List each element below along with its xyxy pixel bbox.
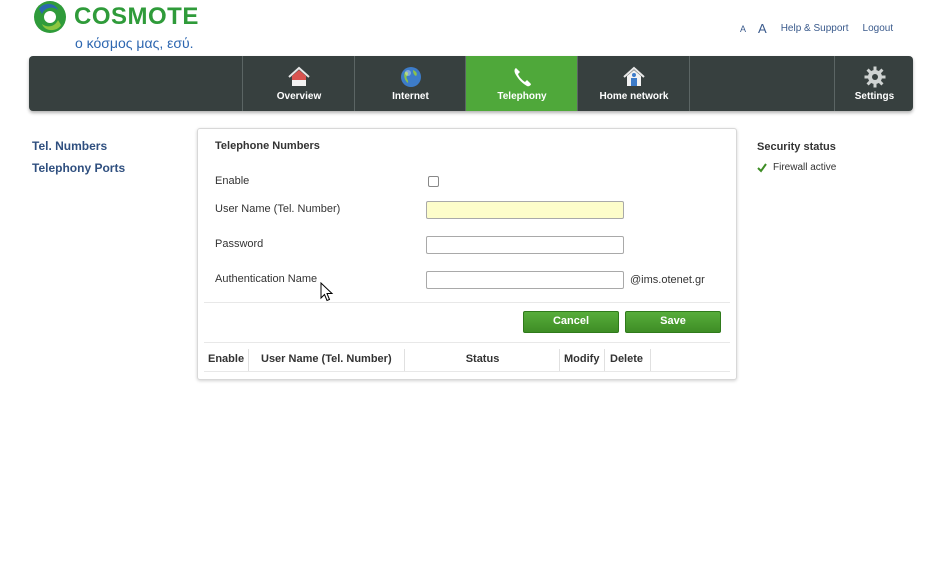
brand-logo[interactable]: COSMOTE ο κόσμος μας, εσύ. [33, 0, 233, 52]
checkmark-icon [757, 162, 767, 173]
divider [204, 342, 730, 343]
cancel-button[interactable]: Cancel [523, 311, 619, 333]
sidebar-item-tel-numbers[interactable]: Tel. Numbers [32, 139, 125, 161]
firewall-status: Firewall active [757, 162, 836, 173]
panel-title: Telephone Numbers [215, 140, 320, 152]
nav-spacer [689, 56, 835, 111]
security-status: Security status Firewall active [757, 141, 836, 173]
password-input[interactable] [426, 236, 624, 254]
enable-checkbox[interactable] [428, 176, 439, 187]
cosmote-logo-icon [34, 1, 66, 33]
nav-label: Home network [599, 91, 669, 102]
table-bottom-line [204, 371, 730, 372]
mouse-cursor-icon [320, 282, 334, 302]
column-header-username: User Name (Tel. Number) [248, 349, 405, 371]
auth-name-label: Authentication Name [215, 273, 318, 285]
main-nav: Overview Internet Telephony Home network [29, 56, 913, 111]
home-network-icon [623, 66, 645, 86]
auth-name-input[interactable] [426, 271, 624, 289]
column-header-modify: Modify [559, 349, 604, 371]
divider [204, 302, 730, 303]
nav-label: Settings [854, 91, 895, 102]
home-icon [288, 66, 310, 86]
auth-domain-suffix: @ims.otenet.gr [630, 274, 705, 286]
numbers-table-header: Enable User Name (Tel. Number) Status Mo… [204, 349, 730, 371]
nav-label: Telephony [497, 91, 547, 102]
help-support-link[interactable]: Help & Support [781, 23, 849, 34]
nav-label: Overview [276, 91, 322, 102]
brand-name: COSMOTE [74, 3, 199, 30]
save-button[interactable]: Save [625, 311, 721, 333]
phone-icon [514, 68, 531, 87]
username-input[interactable] [426, 201, 624, 219]
nav-telephony[interactable]: Telephony [465, 56, 578, 111]
sidebar-item-telephony-ports[interactable]: Telephony Ports [32, 161, 125, 183]
enable-label: Enable [215, 175, 250, 187]
column-header-delete: Delete [604, 349, 651, 371]
logout-link[interactable]: Logout [863, 23, 894, 34]
nav-home-network[interactable]: Home network [577, 56, 690, 111]
gear-icon [864, 66, 885, 88]
sidebar: Tel. Numbers Telephony Ports [32, 139, 125, 183]
top-links: A A Help & Support Logout [740, 21, 907, 36]
firewall-status-text: Firewall active [773, 162, 837, 173]
nav-label: Internet [392, 91, 429, 102]
column-header-status: Status [404, 349, 560, 371]
column-header-enable: Enable [208, 353, 245, 365]
nav-overview[interactable]: Overview [242, 56, 355, 111]
telephone-numbers-panel: Telephone Numbers Enable User Name (Tel.… [197, 128, 737, 380]
nav-settings[interactable]: Settings [834, 56, 914, 111]
security-status-title: Security status [757, 141, 836, 153]
globe-icon [400, 67, 421, 87]
nav-internet[interactable]: Internet [354, 56, 466, 111]
password-label: Password [215, 238, 264, 250]
brand-tagline: ο κόσμος μας, εσύ. [75, 35, 194, 51]
font-size-small-button[interactable]: A [740, 24, 746, 34]
font-size-large-button[interactable]: A [758, 21, 767, 36]
username-label: User Name (Tel. Number) [215, 203, 341, 215]
